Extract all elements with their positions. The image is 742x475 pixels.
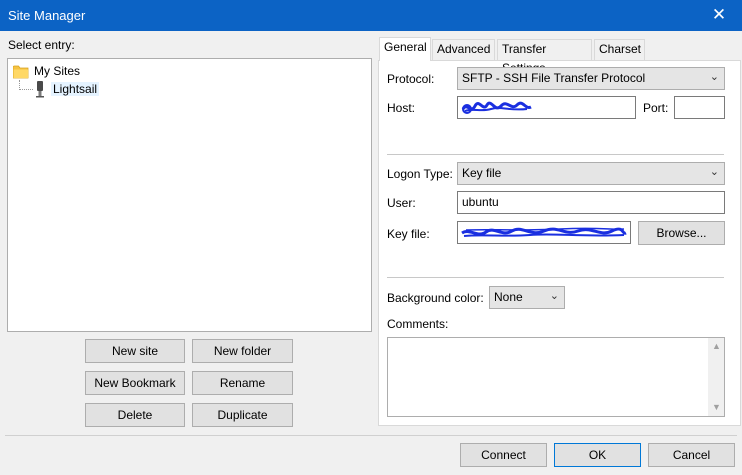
- server-icon: [34, 80, 46, 101]
- rename-button[interactable]: Rename: [192, 371, 293, 395]
- select-entry-label: Select entry:: [8, 38, 75, 52]
- title-bar: Site Manager ✕: [0, 0, 742, 31]
- chevron-down-icon: ⌄: [709, 71, 719, 83]
- protocol-label: Protocol:: [387, 72, 435, 86]
- delete-button[interactable]: Delete: [85, 403, 185, 427]
- port-input[interactable]: [674, 96, 725, 119]
- tree-item-my-sites[interactable]: My Sites: [12, 63, 213, 82]
- background-color-value: None: [494, 290, 523, 304]
- logon-type-select[interactable]: Key file ⌄: [457, 162, 725, 185]
- host-label: Host:: [387, 101, 416, 115]
- tab-transfer-settings[interactable]: Transfer Settings: [497, 39, 592, 75]
- redaction-scribble: [461, 227, 627, 237]
- new-site-button[interactable]: New site: [85, 339, 185, 363]
- protocol-select[interactable]: SFTP - SSH File Transfer Protocol ⌄: [457, 67, 725, 90]
- close-icon[interactable]: ✕: [696, 0, 742, 31]
- background-color-select[interactable]: None ⌄: [489, 286, 565, 309]
- ok-button[interactable]: OK: [554, 443, 641, 467]
- redaction-scribble: [461, 101, 532, 114]
- background-color-label: Background color:: [387, 291, 484, 305]
- vertical-scrollbar[interactable]: ▲ ▼: [708, 338, 724, 416]
- user-input[interactable]: ubuntu: [457, 191, 725, 214]
- logon-type-value: Key file: [462, 166, 502, 180]
- key-file-input[interactable]: [457, 221, 631, 244]
- browse-button[interactable]: Browse...: [638, 221, 725, 245]
- new-bookmark-button[interactable]: New Bookmark: [85, 371, 185, 395]
- tree-item-lightsail[interactable]: Lightsail: [34, 80, 164, 98]
- protocol-value: SFTP - SSH File Transfer Protocol: [462, 71, 646, 85]
- chevron-down-icon: ⌄: [709, 166, 719, 178]
- user-label: User:: [387, 196, 416, 210]
- tab-general[interactable]: General: [379, 37, 431, 61]
- scroll-up-icon[interactable]: ▲: [712, 341, 721, 351]
- host-input[interactable]: [457, 96, 636, 119]
- connect-button[interactable]: Connect: [460, 443, 547, 467]
- folder-icon: [12, 65, 29, 82]
- tab-advanced[interactable]: Advanced: [432, 39, 495, 60]
- separator: [387, 154, 724, 155]
- tab-charset[interactable]: Charset: [594, 39, 645, 60]
- separator: [5, 435, 737, 436]
- port-label: Port:: [643, 101, 669, 115]
- scroll-down-icon[interactable]: ▼: [712, 402, 721, 412]
- separator: [387, 277, 724, 278]
- cancel-button[interactable]: Cancel: [648, 443, 735, 467]
- comments-label: Comments:: [387, 317, 449, 331]
- duplicate-button[interactable]: Duplicate: [192, 403, 293, 427]
- tree-connector: [19, 89, 33, 90]
- tree-item-label: My Sites: [34, 64, 81, 78]
- new-folder-button[interactable]: New folder: [192, 339, 293, 363]
- tree-item-label: Lightsail: [51, 82, 100, 96]
- window-title: Site Manager: [8, 8, 86, 23]
- logon-type-label: Logon Type:: [387, 167, 453, 181]
- comments-textarea[interactable]: ▲ ▼: [387, 337, 725, 417]
- key-file-label: Key file:: [387, 227, 430, 241]
- site-tree[interactable]: My Sites Lightsail: [7, 58, 372, 332]
- chevron-down-icon: ⌄: [549, 290, 559, 302]
